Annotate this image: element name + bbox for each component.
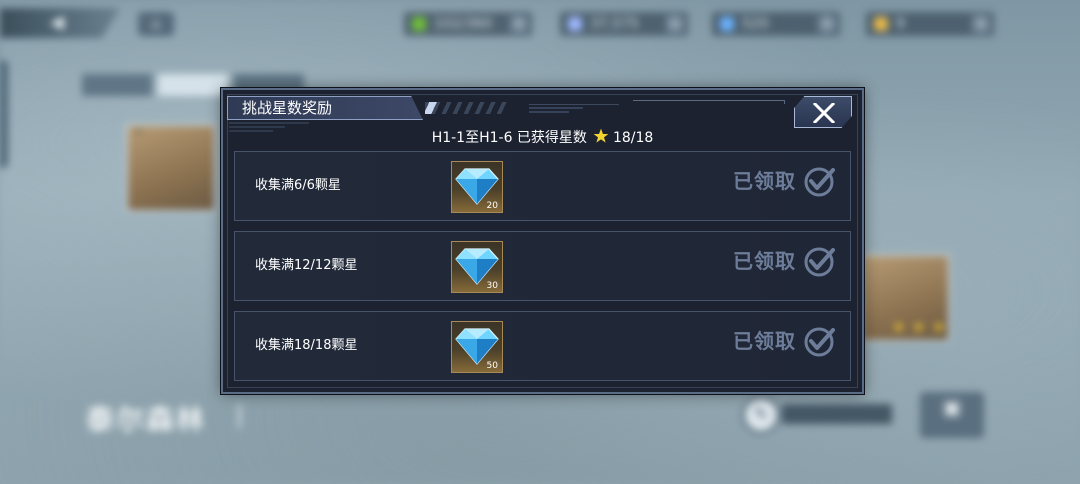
reward-quantity: 30 [486,281,498,291]
resource-value: 9 [896,16,905,32]
claimed-status: 已领取 [733,169,796,193]
star-icon: ★ [912,318,926,336]
diamond-icon [455,168,499,205]
dialog-title: 挑战星数奖励 [227,96,423,120]
auto-battle-label [782,404,892,424]
coin-icon [874,17,888,31]
auto-battle-icon: ✎ [742,396,780,434]
checkmark-icon [804,167,835,197]
resource-ticket: 520 + [712,12,840,36]
close-icon [813,103,835,123]
record-button[interactable]: ▣ [920,392,984,438]
reward-list: 收集满6/6颗星 20 已领取 收集满12/12颗星 30 已领取 收集满18/… [234,151,851,391]
reward-quantity: 50 [486,361,498,371]
reward-condition: 收集满6/6颗星 [255,178,341,193]
home-button[interactable]: ⌂ [138,12,174,36]
resource-diamond: 37,575 + [560,12,688,36]
summary-text: H1-1至H1-6 已获得星数 [431,130,587,146]
star-count: 18/18 [612,130,654,146]
reward-quantity: 20 [486,201,498,211]
frame-decoration [633,100,785,104]
side-panel-tab[interactable] [0,60,8,168]
add-ticket-button[interactable]: + [818,15,836,33]
resource-value: 520 [742,16,769,32]
reward-item-slot[interactable]: 20 [451,161,503,213]
difficulty-tab-2[interactable] [158,74,228,96]
text-decoration [529,104,619,118]
resource-value: 102/360 [434,16,493,32]
reward-row: 收集满12/12颗星 30 已领取 [234,231,851,301]
add-gold-button[interactable]: + [510,15,528,33]
reward-item-slot[interactable]: 50 [451,321,503,373]
stage-card-label [134,130,142,132]
reward-row: 收集满6/6颗星 20 已领取 [234,151,851,221]
stage-card-right[interactable]: ★ ★ ★ [860,254,950,342]
auto-battle-button[interactable]: ✎ [742,396,892,434]
close-button[interactable] [794,96,852,128]
checkmark-icon [804,247,835,277]
star-icon: ★ [932,318,946,336]
reward-item-slot[interactable]: 30 [451,241,503,293]
region-name: 泰尔森林 [86,403,207,436]
star-summary: H1-1至H1-6 已获得星数 18/18 [223,128,862,148]
region-description [238,404,648,428]
gold-icon [412,17,426,31]
resource-coin: 9 + [866,12,994,36]
top-bar: ◀ ⌂ 102/360 + 37,575 + 520 + 9 + [0,8,1080,38]
star-icon [593,128,609,143]
resource-gold: 102/360 + [404,12,532,36]
star-reward-dialog: 挑战星数奖励 H1-1至H1-6 已获得星数 18/18 收集满6/6颗星 20 [221,88,864,394]
back-button[interactable]: ◀ [0,8,120,38]
ticket-icon [720,17,734,31]
claimed-stamp: 已领取 [733,325,837,367]
add-diamond-button[interactable]: + [666,15,684,33]
claimed-stamp: 已领取 [733,245,837,287]
claimed-stamp: 已领取 [733,165,837,207]
add-coin-button[interactable]: + [972,15,990,33]
claimed-status: 已领取 [733,249,796,273]
reward-condition: 收集满12/12颗星 [255,258,358,273]
resource-value: 37,575 [590,16,639,32]
diamond-icon [455,248,499,285]
stripe-decoration [425,102,507,114]
diamond-icon [455,328,499,365]
claimed-status: 已领取 [733,329,796,353]
reward-condition: 收集满18/18颗星 [255,338,358,353]
checkmark-icon [804,327,835,357]
star-icon: ★ [892,318,906,336]
difficulty-tab-1[interactable] [82,74,152,96]
stage-card-left[interactable] [126,124,216,212]
diamond-icon [568,17,582,31]
reward-row: 收集满18/18颗星 50 已领取 [234,311,851,381]
